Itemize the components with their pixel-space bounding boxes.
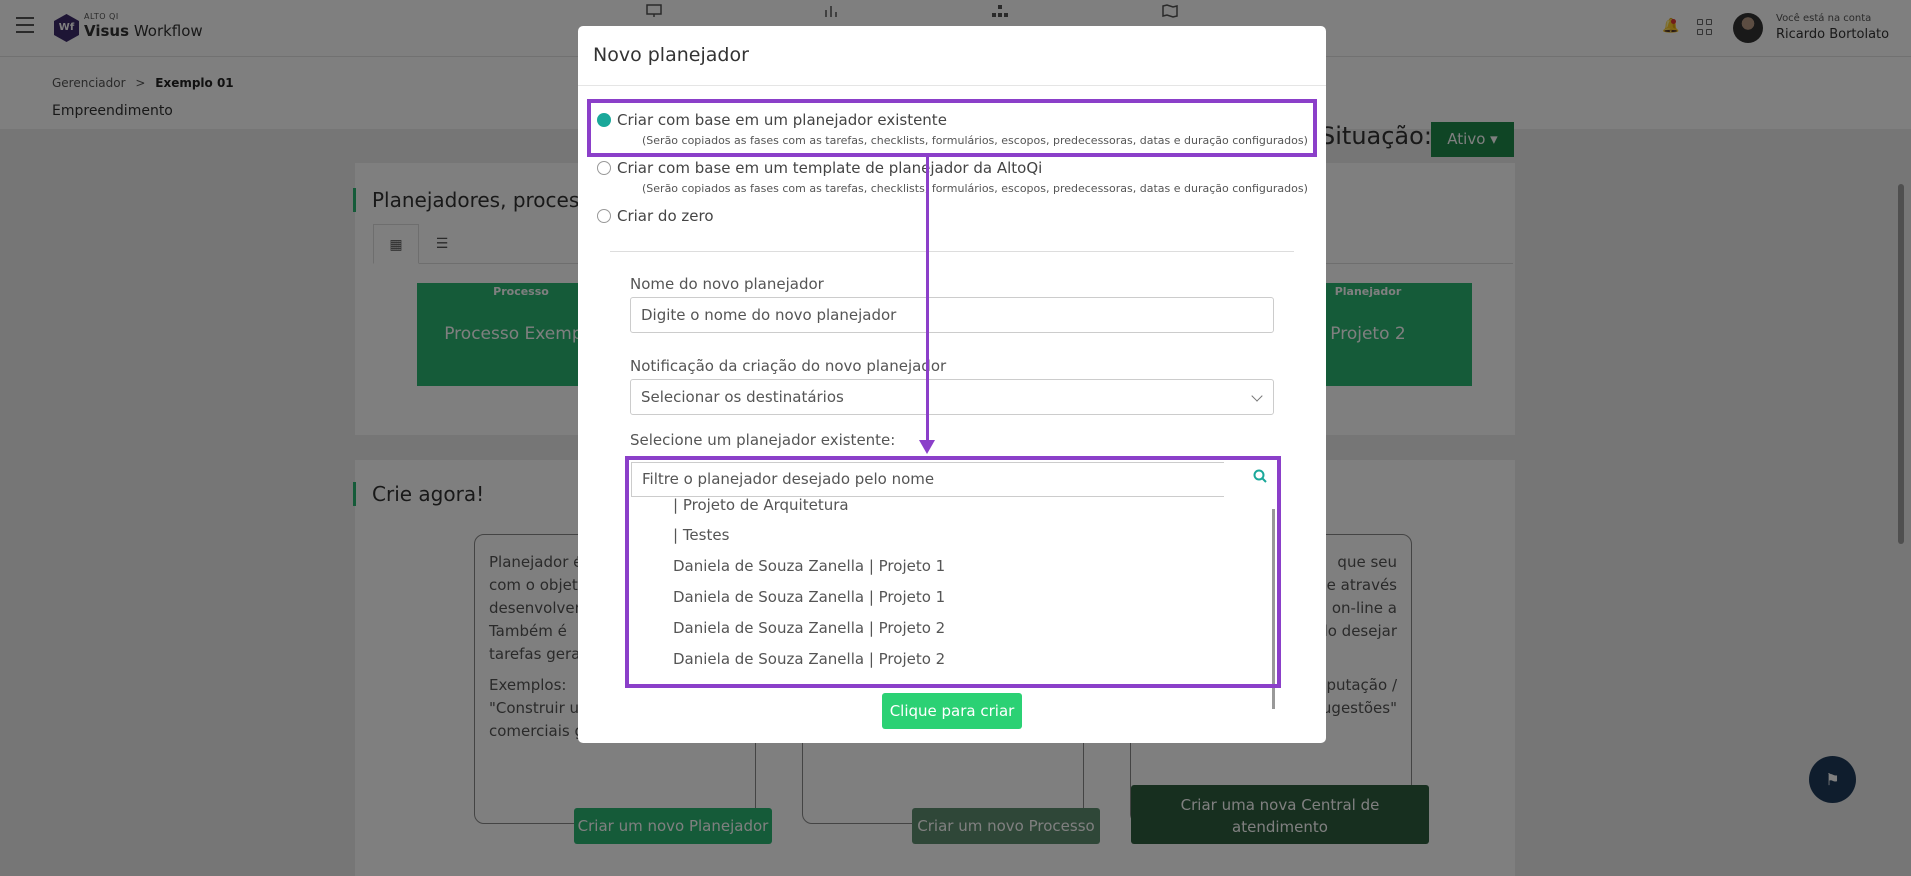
annotation-arrow-head <box>919 440 935 454</box>
annotation-arrow-line <box>926 154 929 444</box>
option-template-planner[interactable]: Criar com base em um template de planeja… <box>597 159 1042 177</box>
name-label: Nome do novo planejador <box>630 275 824 293</box>
create-button[interactable]: Clique para criar <box>882 693 1022 729</box>
chevron-down-icon <box>1251 390 1263 402</box>
option-from-scratch[interactable]: Criar do zero <box>597 207 714 225</box>
option-note: (Serão copiados as fases com as tarefas,… <box>642 182 1308 195</box>
radio-icon[interactable] <box>597 209 611 223</box>
notification-label: Notificação da criação do novo planejado… <box>630 357 947 375</box>
highlight-box-option <box>587 99 1317 157</box>
modal-header: Novo planejador <box>578 26 1326 86</box>
recipients-select[interactable]: Selecionar os destinatários <box>630 379 1274 415</box>
modal-title: Novo planejador <box>593 44 749 66</box>
select-planner-label: Selecione um planejador existente: <box>630 431 896 449</box>
planner-name-input[interactable]: Digite o nome do novo planejador <box>630 297 1274 333</box>
divider <box>610 251 1294 252</box>
highlight-box-list <box>625 456 1281 688</box>
radio-icon[interactable] <box>597 161 611 175</box>
